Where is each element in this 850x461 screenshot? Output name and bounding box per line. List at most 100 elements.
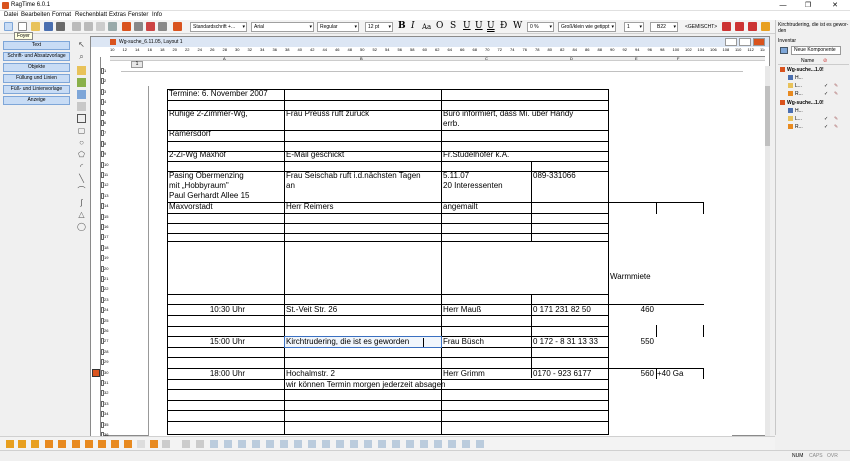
grid15-icon[interactable] [434, 440, 442, 448]
grid11-icon[interactable] [378, 440, 386, 448]
tree-item[interactable]: H... [788, 75, 803, 82]
row-number[interactable]: 6 [101, 119, 109, 127]
component-icon[interactable] [173, 22, 182, 31]
cell-b22[interactable]: Kirchtrudering, die ist es geworden [286, 337, 409, 347]
bold-button[interactable]: B [398, 21, 406, 31]
grid5-icon[interactable] [294, 440, 302, 448]
palette-icon[interactable] [122, 22, 131, 31]
word-underline-button[interactable]: U [475, 21, 483, 31]
bezier-tool-icon[interactable]: ∫ [77, 198, 86, 207]
cell-d22[interactable]: 0 172 - 8 31 13 33 [533, 337, 598, 347]
pointer-tool-icon[interactable]: ↖ [77, 40, 86, 49]
car3-icon[interactable] [748, 22, 757, 31]
panel-text-button[interactable]: Text [3, 41, 70, 50]
text-frame-tool-icon[interactable] [77, 66, 86, 75]
row-number[interactable]: 26 [101, 327, 109, 335]
row-number[interactable]: 32 [101, 389, 109, 397]
row-number[interactable]: 4 [101, 98, 109, 106]
menu-datei[interactable]: Datei [4, 12, 18, 18]
cell-a25[interactable]: 18:00 Uhr [167, 369, 245, 379]
cell-a8-line3[interactable]: Paul Gerhardt Allee 15 [169, 191, 250, 201]
column-header-f[interactable]: F [677, 56, 679, 61]
row-number[interactable]: 12 [101, 181, 109, 189]
new-document-icon[interactable] [18, 22, 27, 31]
row-number[interactable]: 15 [101, 213, 109, 221]
triangle-tool-icon[interactable]: △ [77, 210, 86, 219]
caps-select[interactable]: Groß/klein wie getippt [558, 22, 616, 32]
size-select[interactable]: 12 pt [365, 22, 393, 32]
menu-info[interactable]: Info [152, 12, 162, 18]
cell-a6[interactable]: 2-Zi-Wg Maxhof [169, 150, 226, 160]
tree-item[interactable]: H... [788, 108, 803, 115]
cell-b25[interactable]: Hochalmstr. 2 [286, 369, 335, 379]
outline-button[interactable]: O [436, 21, 443, 31]
foyer-icon[interactable] [4, 22, 13, 31]
column-header-d[interactable]: D [570, 56, 573, 61]
insert-row-icon[interactable] [45, 440, 53, 448]
cell-c2-line1[interactable]: Büro informiert, dass Mi. über Handy [443, 109, 573, 119]
grid18-icon[interactable] [476, 440, 484, 448]
delete-row-icon[interactable] [72, 440, 80, 448]
panel-fill-template-button[interactable]: Füß- und Linienvorlage [3, 85, 70, 94]
row-number[interactable]: 7 [101, 129, 109, 137]
tree-document-2[interactable]: Wg-suche...1.0! [780, 100, 824, 107]
save-icon[interactable] [44, 22, 53, 31]
cell-d19[interactable]: 0 171 231 82 50 [533, 305, 591, 315]
close-button[interactable]: ✕ [824, 0, 846, 11]
pen-icon[interactable]: ✎ [834, 91, 838, 97]
row-number[interactable]: 13 [101, 192, 109, 200]
cell-e19[interactable]: 460 [610, 305, 654, 315]
style-select[interactable]: Standardschrift +... [190, 22, 247, 32]
menu-fenster[interactable]: Fenster [128, 12, 148, 18]
cell-a4[interactable]: Ramersdorf [169, 129, 211, 139]
weight-select[interactable]: Regular [317, 22, 359, 32]
row-number[interactable]: 33 [101, 400, 109, 408]
split-icon[interactable] [111, 440, 119, 448]
merge-icon[interactable] [98, 440, 106, 448]
table-icon[interactable] [124, 440, 132, 448]
row-number[interactable]: 17 [101, 233, 109, 241]
column-header-a[interactable]: A [223, 56, 226, 61]
menu-extras[interactable]: Extras [109, 12, 126, 18]
row-number[interactable]: 14 [101, 202, 109, 210]
doc-close-button[interactable] [753, 38, 765, 46]
zoom-tool-icon[interactable]: ⌕ [77, 52, 86, 61]
tree-item[interactable]: R... [788, 124, 803, 131]
grid12-icon[interactable] [392, 440, 400, 448]
row-number[interactable]: 1 [101, 67, 109, 75]
cell-c22[interactable]: Frau Büsch [443, 337, 484, 347]
row-number[interactable]: 35 [101, 421, 109, 429]
sigma-icon[interactable] [761, 22, 770, 31]
tools-icon[interactable] [146, 22, 155, 31]
pen-icon[interactable] [134, 22, 143, 31]
menu-rechenblatt[interactable]: Rechenblatt [75, 12, 107, 18]
row-number[interactable]: 3 [101, 88, 109, 96]
cell-b9[interactable]: Herr Reimers [286, 202, 334, 212]
row-number[interactable]: 24 [101, 306, 109, 314]
grid4-icon[interactable] [280, 440, 288, 448]
row-number[interactable]: 34 [101, 410, 109, 418]
check-icon[interactable]: ✓ [824, 124, 828, 130]
scrollbar-thumb[interactable] [765, 86, 770, 146]
vertical-scrollbar[interactable] [765, 66, 770, 436]
cell-c25[interactable]: Herr Grimm [443, 369, 485, 379]
menu-format[interactable]: Format [52, 12, 71, 18]
row-number[interactable]: 21 [101, 275, 109, 283]
row-number[interactable]: 20 [101, 265, 109, 273]
cell-a9[interactable]: Maxvorstadt [169, 202, 213, 212]
grid8-icon[interactable] [336, 440, 344, 448]
panel-display-button[interactable]: Anzeige [3, 96, 70, 105]
panel-style-button[interactable]: Schrift- und Absatzvorlage [3, 52, 70, 61]
italic-button[interactable]: I [411, 21, 415, 31]
insert-column-icon[interactable] [58, 440, 66, 448]
fill-icon[interactable] [150, 440, 158, 448]
pen-icon[interactable]: ✎ [834, 83, 838, 89]
row-number[interactable]: 29 [101, 358, 109, 366]
underline-button[interactable]: U [463, 21, 471, 31]
cell-reference-field[interactable]: B22 [650, 22, 678, 32]
cell-c8-line1[interactable]: 5.11.07 [443, 171, 469, 181]
cell-a8-line1[interactable]: Pasing Obermenzing [169, 171, 244, 181]
pen-icon[interactable]: ✎ [834, 124, 838, 130]
double-underline-button[interactable]: U [487, 21, 495, 31]
arc-tool-icon[interactable]: ◜ [77, 162, 86, 171]
